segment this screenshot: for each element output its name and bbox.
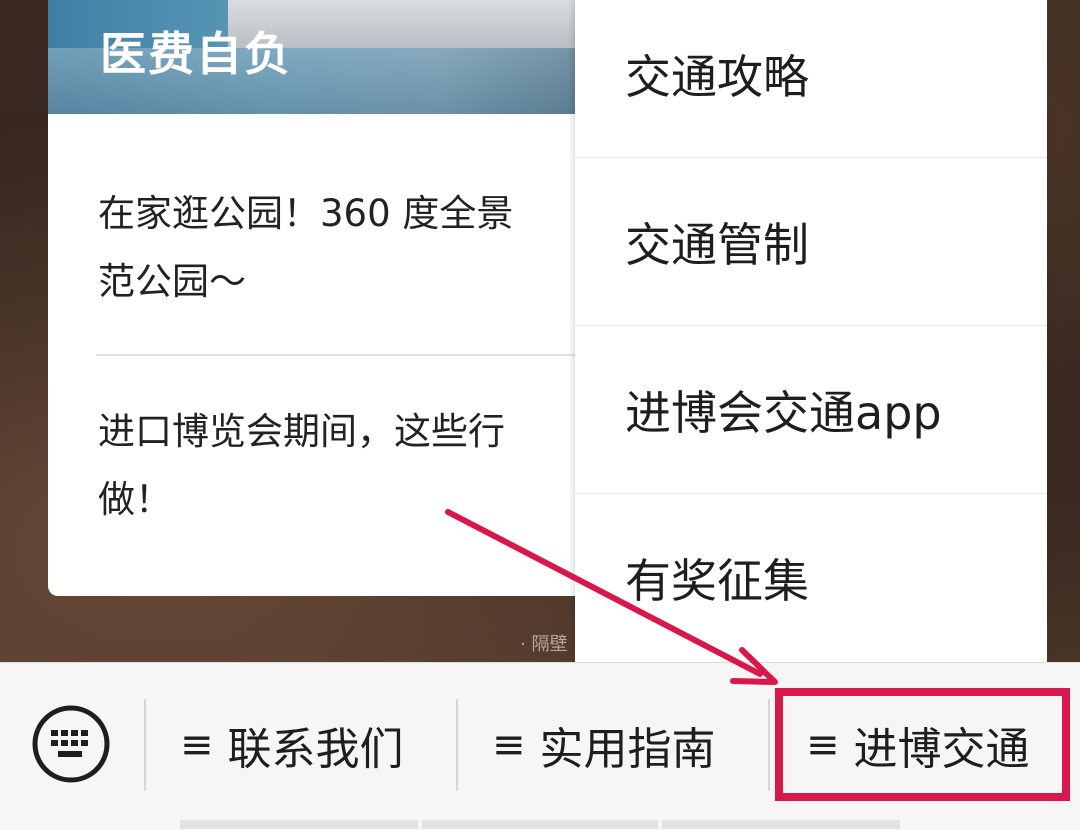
submenu-item-label: 进博会交通app bbox=[625, 385, 942, 440]
article-item-line: 进口博览会期间，这些行 bbox=[98, 410, 505, 453]
bottom-handle bbox=[422, 820, 658, 829]
article-item-line: 范公园～ bbox=[98, 260, 246, 303]
article-banner[interactable]: 医费自负 bbox=[48, 0, 608, 114]
keyboard-icon[interactable] bbox=[30, 703, 112, 785]
bar-separator bbox=[456, 699, 458, 791]
background-caption: · 隔壁 bbox=[520, 634, 568, 655]
bottom-handle bbox=[662, 820, 900, 829]
article-item[interactable]: 进口博览会期间，这些行 做！ bbox=[98, 398, 598, 534]
submenu-item-label: 交通攻略 bbox=[625, 49, 809, 104]
banner-title: 医费自负 bbox=[100, 27, 292, 81]
submenu-item-prize-collection[interactable]: 有奖征集 bbox=[575, 494, 1047, 662]
submenu-popup: 交通攻略 交通管制 进博会交通app 有奖征集 bbox=[575, 0, 1047, 662]
bar-separator bbox=[144, 699, 146, 791]
article-item[interactable]: 在家逛公园！360 度全景 范公园～ bbox=[98, 180, 598, 316]
menu-icon: ≡ bbox=[492, 722, 526, 768]
submenu-item-traffic-guide[interactable]: 交通攻略 bbox=[575, 0, 1047, 158]
highlight-box bbox=[775, 688, 1070, 801]
tab-practical-guide[interactable]: ≡ 实用指南 bbox=[492, 699, 716, 791]
submenu-item-traffic-control[interactable]: 交通管制 bbox=[575, 158, 1047, 326]
bottom-handle bbox=[180, 820, 418, 829]
tab-contact-us[interactable]: ≡ 联系我们 bbox=[180, 699, 404, 791]
article-card: 医费自负 在家逛公园！360 度全景 范公园～ 进口博览会期间，这些行 做！ bbox=[48, 0, 608, 596]
tab-label: 实用指南 bbox=[539, 724, 716, 775]
tab-label: 联系我们 bbox=[227, 724, 404, 775]
article-divider bbox=[96, 354, 608, 356]
article-item-line: 在家逛公园！360 度全景 bbox=[98, 192, 514, 235]
submenu-item-label: 交通管制 bbox=[625, 217, 809, 272]
article-item-line: 做！ bbox=[98, 478, 172, 521]
submenu-item-expo-traffic-app[interactable]: 进博会交通app bbox=[575, 326, 1047, 494]
submenu-item-label: 有奖征集 bbox=[625, 554, 809, 608]
menu-icon: ≡ bbox=[180, 722, 214, 768]
bar-separator bbox=[768, 699, 770, 791]
